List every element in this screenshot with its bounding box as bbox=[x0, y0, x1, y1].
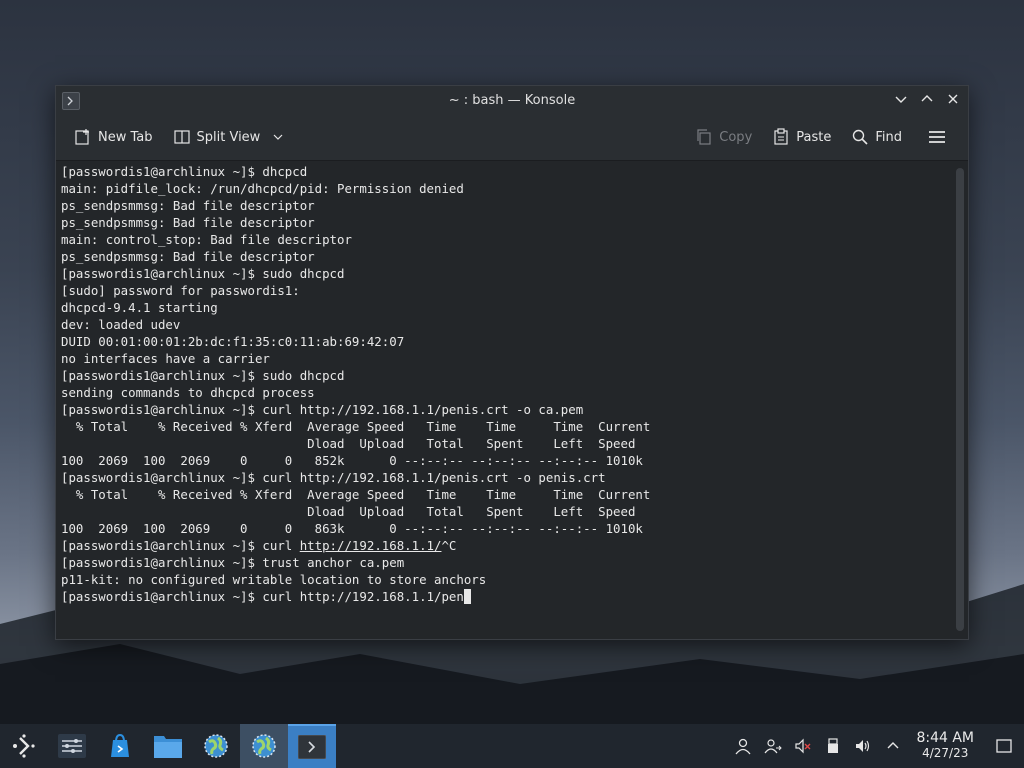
taskbar-konsole[interactable] bbox=[288, 724, 336, 768]
hamburger-menu-button[interactable] bbox=[920, 124, 954, 150]
user-switch-icon bbox=[764, 739, 783, 754]
copy-label: Copy bbox=[719, 129, 753, 145]
app-launcher-button[interactable] bbox=[0, 724, 48, 768]
split-view-label: Split View bbox=[196, 129, 261, 145]
terminal-line: dhcpcd-9.4.1 starting bbox=[61, 300, 218, 315]
terminal-line: no interfaces have a carrier bbox=[61, 351, 270, 366]
search-icon bbox=[853, 129, 868, 145]
copy-icon bbox=[697, 129, 711, 145]
system-settings-icon bbox=[58, 734, 86, 758]
terminal-line: % Total % Received % Xferd Average Speed… bbox=[61, 419, 651, 434]
terminal-line: main: control_stop: Bad file descriptor bbox=[61, 232, 352, 247]
taskbar-browser[interactable] bbox=[192, 724, 240, 768]
app-launcher-icon bbox=[13, 734, 35, 758]
hamburger-menu-icon bbox=[929, 131, 945, 143]
taskbar-system-settings[interactable] bbox=[48, 724, 96, 768]
terminal-output[interactable]: [passwordis1@archlinux ~]$ dhcpcd main: p… bbox=[56, 161, 968, 639]
toolbar: New Tab Split View Copy Paste Find bbox=[56, 114, 968, 161]
terminal-line: Dload Upload Total Spent Left Speed bbox=[61, 436, 636, 451]
browser-icon bbox=[204, 734, 228, 758]
window-title: ~ : bash — Konsole bbox=[448, 92, 576, 108]
minimize-button[interactable] bbox=[892, 90, 910, 108]
current-command: [passwordis1@archlinux ~]$ curl http://1… bbox=[61, 589, 464, 604]
split-view-icon bbox=[173, 130, 190, 144]
volume-icon bbox=[856, 740, 870, 752]
terminal-line: [passwordis1@archlinux ~]$ trust anchor … bbox=[61, 555, 405, 570]
konsole-icon bbox=[298, 735, 326, 759]
find-button[interactable]: Find bbox=[843, 124, 910, 150]
audio-muted-icon bbox=[795, 738, 811, 754]
terminal-line: dev: loaded udev bbox=[61, 317, 181, 332]
terminal-line: Dload Upload Total Spent Left Speed bbox=[61, 504, 636, 519]
terminal-line: p11-kit: no configured writable location… bbox=[61, 572, 487, 587]
terminal-line: [sudo] password for passwordis1: bbox=[61, 283, 300, 298]
paste-button[interactable]: Paste bbox=[764, 124, 839, 150]
tray-expand-button[interactable] bbox=[878, 724, 908, 768]
discover-store-icon bbox=[111, 733, 129, 757]
new-tab-button[interactable]: New Tab bbox=[66, 124, 161, 150]
microphone-tray-button[interactable] bbox=[788, 724, 818, 768]
terminal-line: 100 2069 100 2069 0 0 852k 0 --:--:-- --… bbox=[61, 453, 643, 468]
konsole-app-icon[interactable] bbox=[62, 92, 80, 110]
terminal-current-input: [passwordis1@archlinux ~]$ curl http://1… bbox=[61, 588, 963, 605]
new-tab-icon bbox=[75, 129, 89, 145]
user-icon bbox=[735, 738, 751, 755]
terminal-line: [passwordis1@archlinux ~]$ dhcpcd bbox=[61, 164, 308, 179]
terminal-line: 100 2069 100 2069 0 0 863k 0 --:--:-- --… bbox=[61, 521, 643, 536]
chevron-up-icon bbox=[887, 742, 899, 749]
terminal-line: [passwordis1@archlinux ~]$ sudo dhcpcd bbox=[61, 368, 345, 383]
usb-drive-icon bbox=[828, 738, 839, 753]
terminal-trailing-lines: [passwordis1@archlinux ~]$ trust anchor … bbox=[61, 554, 963, 588]
terminal-line: [passwordis1@archlinux ~]$ curl http://1… bbox=[61, 402, 584, 417]
paste-icon bbox=[774, 128, 788, 145]
usb-tray-button[interactable] bbox=[818, 724, 848, 768]
terminal-line: ps_sendpsmmsg: Bad file descriptor bbox=[61, 215, 315, 230]
clock[interactable]: 8:44 AM 4/27/23 bbox=[916, 731, 974, 761]
chevron-down-icon bbox=[895, 96, 907, 103]
terminal-lines: [passwordis1@archlinux ~]$ dhcpcd main: p… bbox=[61, 163, 963, 537]
terminal-line: % Total % Received % Xferd Average Speed… bbox=[61, 487, 651, 502]
taskbar: 8:44 AM 4/27/23 bbox=[0, 724, 1024, 768]
users-tray-button[interactable] bbox=[758, 724, 788, 768]
show-desktop-icon bbox=[996, 739, 1012, 753]
paste-label: Paste bbox=[796, 129, 832, 145]
chevron-up-icon bbox=[921, 95, 933, 102]
taskbar-browser-active[interactable] bbox=[240, 724, 288, 768]
terminal-line: ps_sendpsmmsg: Bad file descriptor bbox=[61, 198, 315, 213]
terminal-scrollbar[interactable] bbox=[956, 168, 964, 631]
clock-date: 4/27/23 bbox=[922, 746, 969, 760]
show-desktop-button[interactable] bbox=[984, 724, 1024, 768]
text-cursor bbox=[463, 589, 471, 604]
interrupt-text: ^C bbox=[441, 538, 457, 553]
user-tray-button[interactable] bbox=[728, 724, 758, 768]
system-tray: 8:44 AM 4/27/23 bbox=[728, 724, 1024, 768]
terminal-line: DUID 00:01:00:01:2b:dc:f1:35:c0:11:ab:69… bbox=[61, 334, 405, 349]
terminal-line: ps_sendpsmmsg: Bad file descriptor bbox=[61, 249, 315, 264]
taskbar-discover-store[interactable] bbox=[96, 724, 144, 768]
title-bar[interactable]: ~ : bash — Konsole bbox=[56, 86, 968, 114]
browser-icon bbox=[252, 734, 276, 758]
new-tab-label: New Tab bbox=[98, 129, 153, 145]
split-view-button[interactable]: Split View bbox=[165, 124, 293, 150]
close-button[interactable] bbox=[944, 90, 962, 108]
prompt-text: [passwordis1@archlinux ~]$ curl bbox=[61, 538, 300, 553]
konsole-window: ~ : bash — Konsole New Tab Split View Co… bbox=[55, 85, 969, 640]
taskbar-file-manager[interactable] bbox=[144, 724, 192, 768]
maximize-button[interactable] bbox=[918, 90, 936, 108]
terminal-url-link[interactable]: http://192.168.1.1/ bbox=[300, 538, 442, 553]
volume-tray-button[interactable] bbox=[848, 724, 878, 768]
chevron-down-icon bbox=[273, 134, 283, 140]
copy-button[interactable]: Copy bbox=[687, 124, 760, 150]
file-manager-icon bbox=[154, 736, 182, 758]
clock-time: 8:44 AM bbox=[916, 730, 974, 746]
terminal-line: sending commands to dhcpcd process bbox=[61, 385, 315, 400]
terminal-line: main: pidfile_lock: /run/dhcpcd/pid: Per… bbox=[61, 181, 464, 196]
terminal-line: [passwordis1@archlinux ~]$ sudo dhcpcd bbox=[61, 266, 345, 281]
terminal-line-interrupted-curl: [passwordis1@archlinux ~]$ curl http://1… bbox=[61, 537, 963, 554]
close-icon bbox=[948, 94, 958, 104]
terminal-line: [passwordis1@archlinux ~]$ curl http://1… bbox=[61, 470, 606, 485]
find-label: Find bbox=[875, 129, 902, 145]
